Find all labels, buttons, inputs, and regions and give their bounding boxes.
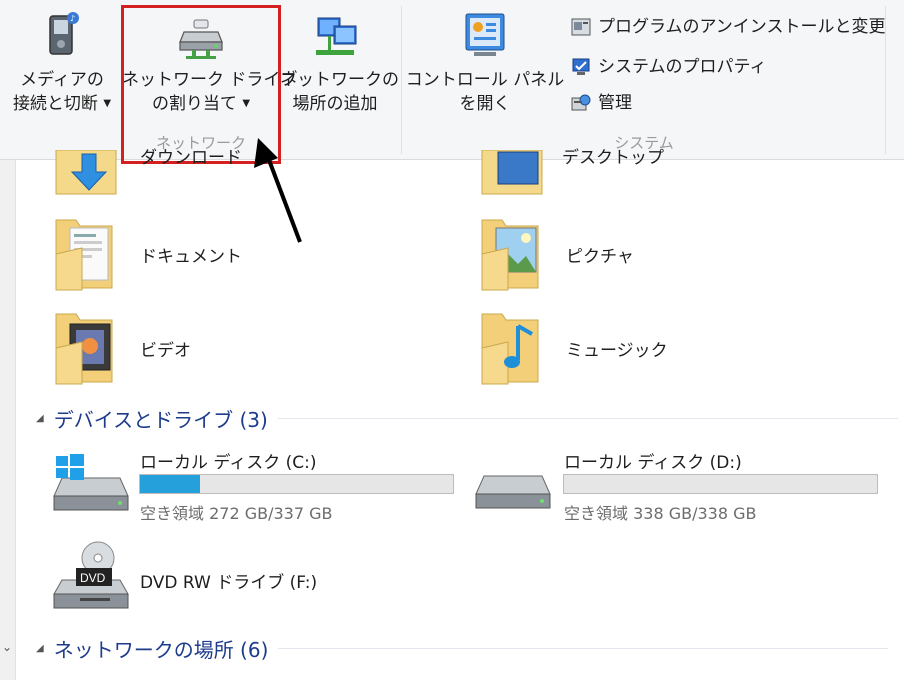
map-network-drive-button[interactable]: ネットワーク ドライブ の割り当て ▼ <box>122 10 298 116</box>
control-panel-label-1: コントロール パネル <box>405 70 565 90</box>
videos-folder-icon <box>55 313 113 385</box>
drive-name: ローカル ディスク (D:) <box>564 453 742 473</box>
drive-usage-fill <box>140 475 201 493</box>
folder-name: ドキュメント <box>140 246 242 267</box>
map-drive-label-1: ネットワーク ドライブ <box>122 70 298 90</box>
folder-name: デスクトップ <box>562 147 664 168</box>
ribbon-separator <box>401 6 402 154</box>
folder-item[interactable]: ドキュメント <box>52 214 242 294</box>
media-connect-label-2: 接続と切断 <box>12 94 98 114</box>
drive-usage-bar <box>139 474 454 494</box>
svg-text:♪: ♪ <box>70 14 75 23</box>
desktop-folder-icon <box>481 150 543 195</box>
manage-icon <box>571 94 591 111</box>
media-connect-label-1: メディアの <box>20 70 104 90</box>
pictures-folder-icon <box>481 219 539 291</box>
folder-name: ピクチャ <box>566 246 634 267</box>
dvd-badge: DVD <box>80 571 106 585</box>
drive-free-space: 空き領域 272 GB/337 GB <box>140 504 333 523</box>
drive-free-space: 空き領域 338 GB/338 GB <box>564 504 757 523</box>
music-folder-icon <box>481 313 539 385</box>
drive-usage-bar <box>563 474 878 494</box>
folder-item[interactable]: デスクトップ <box>478 148 664 200</box>
programs-icon <box>571 18 591 36</box>
network-drive-icon <box>179 19 223 59</box>
hard-drive-icon <box>475 475 551 509</box>
chevron-down-icon[interactable]: ⌄ <box>2 640 12 654</box>
section-divider <box>277 418 898 419</box>
folder-item[interactable]: ピクチャ <box>478 214 634 294</box>
folder-name: ダウンロード <box>140 147 242 168</box>
devices-section-header[interactable]: ◢ デバイスとドライブ (3) <box>36 404 898 433</box>
ribbon-separator <box>885 6 886 154</box>
windows-drive-icon <box>53 454 129 511</box>
media-device-icon: ♪ <box>49 12 79 55</box>
network-locations-section-header[interactable]: ◢ ネットワークの場所 (6) <box>36 634 889 663</box>
drive-name: DVD RW ドライブ (F:) <box>140 573 318 593</box>
section-title: デバイスとドライブ (3) <box>53 408 268 432</box>
network-location-icon <box>316 17 357 55</box>
add-location-label-1: ネットワークの <box>280 70 399 90</box>
section-divider <box>278 648 889 649</box>
open-control-panel-button[interactable]: コントロール パネル を開く <box>404 10 566 116</box>
folder-item[interactable]: ダウンロード <box>52 148 242 200</box>
folder-item[interactable]: ミュージック <box>478 308 668 388</box>
map-drive-label-2: の割り当て <box>151 94 237 114</box>
downloads-folder-icon <box>55 150 117 195</box>
control-panel-icon <box>465 13 505 56</box>
documents-folder-icon <box>55 219 113 291</box>
manage-button[interactable]: 管理 <box>570 92 632 114</box>
manage-label: 管理 <box>598 93 632 113</box>
uninstall-programs-button[interactable]: プログラムのアンインストールと変更 <box>570 16 885 38</box>
add-location-label-2: 場所の追加 <box>292 94 378 114</box>
folder-name: ビデオ <box>140 340 191 361</box>
control-panel-label-2: を開く <box>459 94 511 114</box>
collapse-triangle-icon[interactable]: ◢ <box>36 643 44 654</box>
collapse-triangle-icon[interactable]: ◢ <box>36 413 44 424</box>
system-properties-button[interactable]: システムのプロパティ <box>570 56 766 78</box>
chevron-down-icon: ▼ <box>242 98 251 109</box>
uninstall-label: プログラムのアンインストールと変更 <box>598 17 886 37</box>
dvd-drive-icon: DVD <box>53 541 129 609</box>
folder-name: ミュージック <box>566 340 668 361</box>
annotation-arrow <box>254 138 302 243</box>
folder-item[interactable]: ビデオ <box>52 308 191 388</box>
system-properties-label: システムのプロパティ <box>598 57 767 77</box>
chevron-down-icon: ▼ <box>103 98 112 109</box>
navigation-pane-edge[interactable] <box>0 160 16 680</box>
section-title: ネットワークの場所 (6) <box>53 638 269 662</box>
media-connect-button[interactable]: ♪ メディアの 接続と切断 ▼ <box>6 10 118 116</box>
drive-name: ローカル ディスク (C:) <box>140 453 317 473</box>
ribbon: ♪ メディアの 接続と切断 ▼ ネットワーク ドライブ の割り当て ▼ ネットワ… <box>0 0 904 160</box>
add-network-location-button[interactable]: ネットワークの 場所の追加 <box>280 10 399 116</box>
system-properties-icon <box>572 58 590 75</box>
